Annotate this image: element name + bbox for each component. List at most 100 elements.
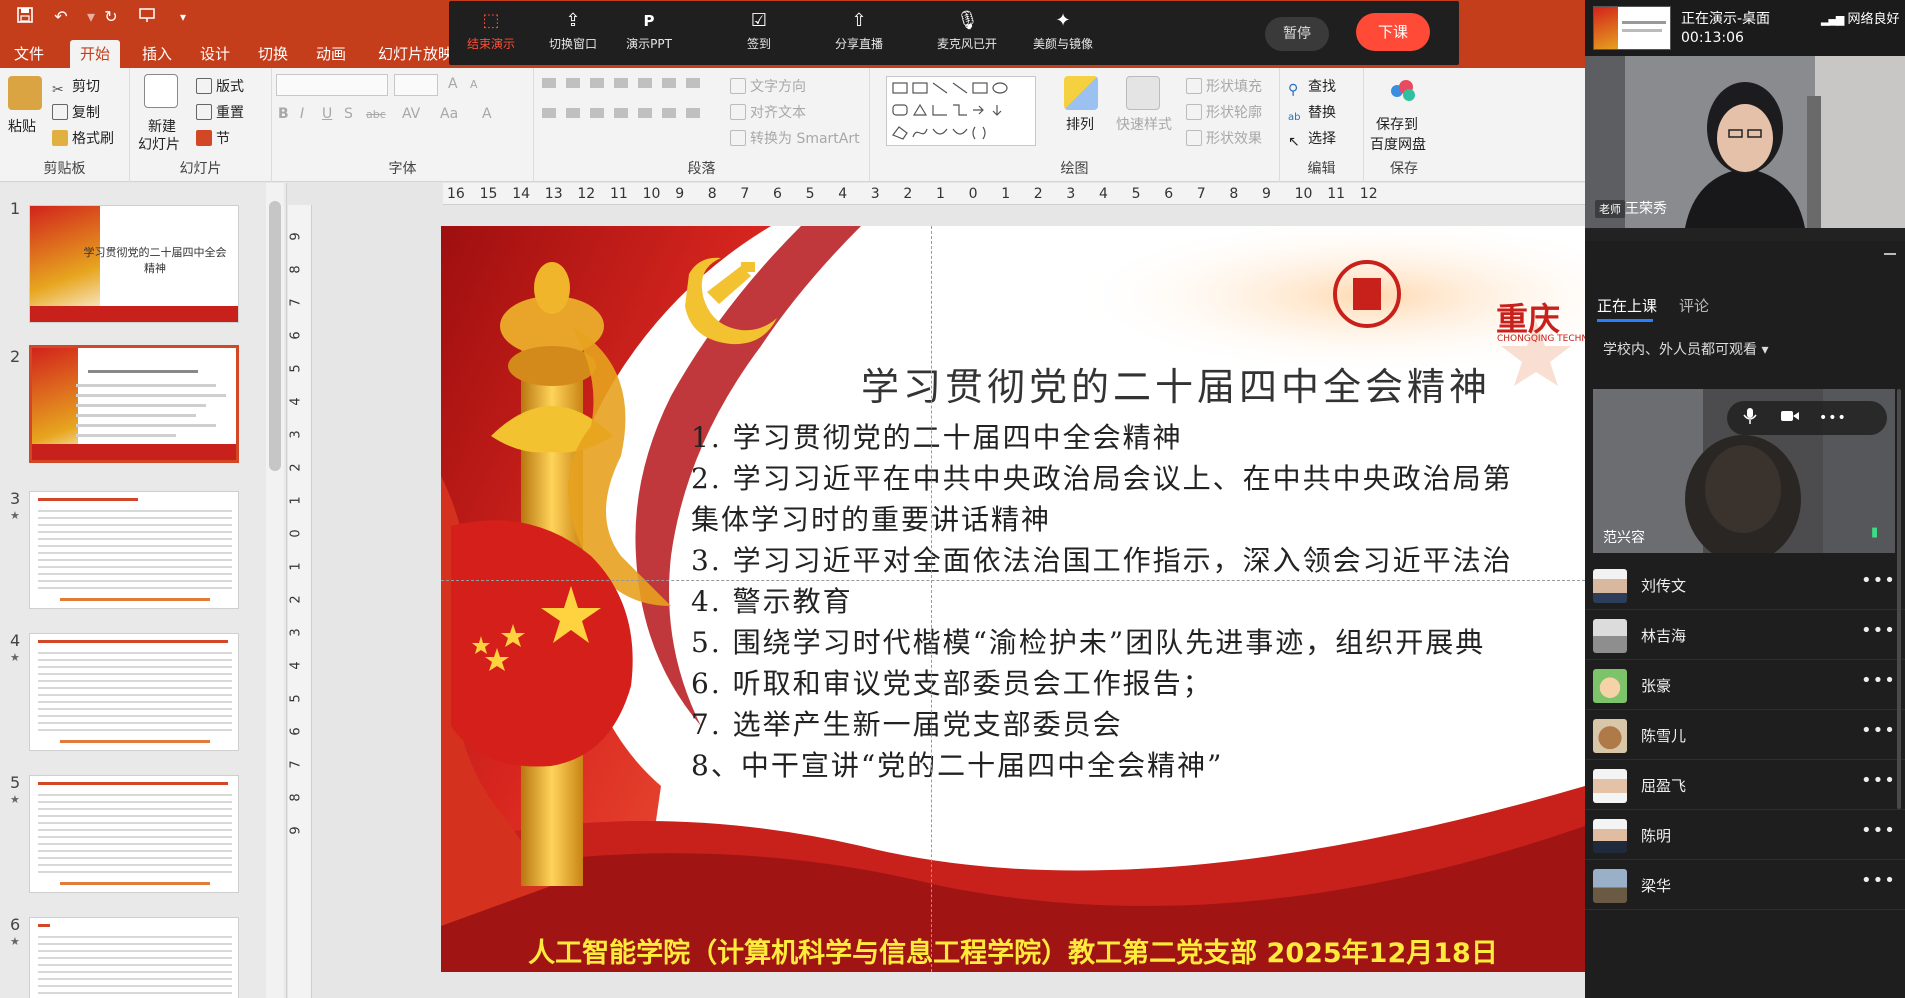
slide-footer[interactable]: 人工智能学院（计算机科学与信息工程学院）教工第二党支部 2025年12月18日 — [441, 931, 1585, 970]
pause-button[interactable]: 暂停 — [1265, 17, 1329, 51]
current-slide[interactable]: 重庆 CHONGQING TECHNO 学习贯彻党的二十届四中全会精神 1. 学… — [441, 226, 1585, 972]
smartart-button[interactable]: 转换为 SmartArt — [730, 128, 860, 148]
shrink-font-button[interactable]: A — [470, 78, 478, 91]
tab-design[interactable]: 设计 — [190, 40, 240, 68]
scroll-thumb[interactable] — [269, 201, 281, 471]
copy-button[interactable]: 复制 — [52, 102, 100, 122]
shape-fill-button[interactable]: 形状填充 — [1186, 76, 1262, 96]
new-slide-button[interactable]: 新建 — [148, 116, 176, 136]
tab-transitions[interactable]: 切换 — [248, 40, 298, 68]
member-more-icon[interactable]: ••• — [1861, 720, 1896, 741]
tab-animations[interactable]: 动画 — [306, 40, 356, 68]
teacher-video[interactable]: 老师 王荣秀 — [1585, 56, 1905, 228]
quick-styles-icon[interactable] — [1126, 76, 1160, 110]
align-buttons[interactable] — [542, 108, 702, 118]
shape-outline-button[interactable]: 形状轮廓 — [1186, 102, 1262, 122]
member-row[interactable]: 林吉海 ••• — [1585, 610, 1905, 660]
member-row[interactable]: 张豪 ••• — [1585, 660, 1905, 710]
cut-button[interactable]: ✂ 剪切 — [52, 76, 100, 98]
agenda-item-5[interactable]: 5. 围绕学习时代楷模“渝检护未”团队先进事迹，组织开展典 — [691, 621, 1485, 661]
member-more-icon[interactable]: ••• — [1861, 570, 1896, 591]
member-row[interactable]: 陈雪儿 ••• — [1585, 710, 1905, 760]
member-row[interactable]: 梁华 ••• — [1585, 860, 1905, 910]
beauty-mirror-button[interactable]: ✦ 美颜与镜像 — [1023, 7, 1103, 59]
change-case-button[interactable]: Aa — [440, 106, 458, 122]
shape-effects-button[interactable]: 形状效果 — [1186, 128, 1262, 148]
list-buttons[interactable] — [542, 78, 702, 88]
slide-thumbnail-3[interactable] — [29, 491, 239, 609]
switch-window-button[interactable]: ⇪ 切换窗口 — [533, 7, 613, 59]
agenda-item-1[interactable]: 1. 学习贯彻党的二十届四中全会精神 — [691, 416, 1183, 456]
strikethrough-button[interactable]: abc — [366, 108, 386, 121]
present-icon[interactable] — [136, 6, 158, 28]
paste-icon[interactable] — [8, 76, 42, 110]
redo-icon[interactable]: ↻ — [100, 6, 122, 28]
visibility-dropdown[interactable]: 学校内、外人员都可观看 ▾ — [1603, 339, 1768, 359]
slide-title[interactable]: 学习贯彻党的二十届四中全会精神 — [861, 356, 1491, 411]
member-list-scrollbar[interactable] — [1897, 389, 1901, 809]
agenda-item-2-cont[interactable]: 集体学习时的重要讲话精神 — [691, 498, 1051, 538]
agenda-item-3[interactable]: 3. 学习习近平对全面依法治国工作指示，深入领会习近平法治 — [691, 539, 1513, 579]
tab-file[interactable]: 文件 — [4, 40, 54, 68]
quick-styles-button[interactable]: 快速样式 — [1116, 114, 1172, 134]
thumbnail-scrollbar[interactable] — [266, 183, 284, 998]
minimize-icon[interactable] — [1884, 253, 1896, 255]
agenda-item-7[interactable]: 7. 选举产生新一届党支部委员会 — [691, 703, 1123, 743]
replace-button[interactable]: ab 替换 — [1288, 102, 1336, 128]
bold-button[interactable]: B — [278, 106, 289, 122]
underline-button[interactable]: U — [322, 106, 332, 122]
font-name-box[interactable] — [276, 74, 388, 96]
microphone-button[interactable]: 🎙 麦克风已开 — [927, 7, 1007, 59]
text-direction-button[interactable]: 文字方向 — [730, 76, 806, 96]
italic-button[interactable]: I — [300, 106, 304, 122]
end-class-button[interactable]: 下课 — [1356, 13, 1430, 51]
share-live-button[interactable]: ⇧ 分享直播 — [819, 7, 899, 59]
more-options-icon[interactable]: ••• — [1819, 407, 1846, 429]
member-more-icon[interactable]: ••• — [1861, 870, 1896, 891]
grow-font-button[interactable]: A — [448, 76, 458, 92]
present-ppt-button[interactable]: P 演示PPT — [609, 7, 689, 59]
select-button[interactable]: ↖ 选择 — [1288, 128, 1336, 150]
section-button[interactable]: 节 — [196, 128, 230, 148]
arrange-icon[interactable] — [1064, 76, 1098, 110]
tab-in-class[interactable]: 正在上课 — [1597, 295, 1657, 316]
member-more-icon[interactable]: ••• — [1861, 620, 1896, 641]
member-row[interactable]: 屈盈飞 ••• — [1585, 760, 1905, 810]
vertical-guide[interactable] — [931, 226, 932, 972]
font-color-button[interactable]: A — [482, 106, 492, 122]
tab-comments[interactable]: 评论 — [1679, 295, 1709, 316]
stop-presenting-button[interactable]: ⬚ 结束演示 — [451, 7, 531, 59]
new-slide-icon[interactable] — [144, 74, 178, 108]
paste-button[interactable]: 粘贴 — [8, 116, 36, 136]
mic-icon[interactable] — [1739, 407, 1761, 429]
layout-button[interactable]: 版式 — [196, 76, 244, 96]
tab-insert[interactable]: 插入 — [132, 40, 182, 68]
camera-icon[interactable] — [1779, 407, 1801, 429]
student-video[interactable]: ••• 范兴容 ▮ — [1593, 389, 1895, 553]
member-more-icon[interactable]: ••• — [1861, 670, 1896, 691]
new-slide-dropdown[interactable]: 幻灯片 — [138, 134, 180, 154]
cloud-icon[interactable] — [1386, 74, 1420, 108]
slide-thumbnail-4[interactable] — [29, 633, 239, 751]
undo-dropdown-icon[interactable]: ▾ — [80, 6, 102, 28]
char-spacing-button[interactable]: AV — [402, 106, 420, 122]
qat-more-icon[interactable]: ▾ — [172, 6, 194, 28]
presenting-preview[interactable] — [1593, 6, 1671, 50]
slide-thumbnail-5[interactable] — [29, 775, 239, 893]
align-text-button[interactable]: 对齐文本 — [730, 102, 806, 122]
undo-icon[interactable]: ↶ — [50, 6, 72, 28]
slide-thumbnail-2[interactable] — [29, 345, 239, 463]
agenda-item-4[interactable]: 4. 警示教育 — [691, 580, 853, 620]
agenda-item-2[interactable]: 2. 学习习近平在中共中央政治局会议上、在中共中央政治局第 — [691, 457, 1513, 497]
slide-thumbnail-6[interactable] — [29, 917, 239, 998]
slide-thumbnail-1[interactable]: 学习贯彻党的二十届四中全会精神 — [29, 205, 239, 323]
checkin-button[interactable]: ☑ 签到 — [719, 7, 799, 59]
tab-home[interactable]: 开始 — [70, 40, 121, 68]
format-painter-button[interactable]: 格式刷 — [52, 128, 114, 148]
netdisk-button[interactable]: 百度网盘 — [1370, 134, 1426, 154]
member-row[interactable]: 陈明 ••• — [1585, 810, 1905, 860]
find-button[interactable]: ⚲ 查找 — [1288, 76, 1336, 98]
member-row[interactable]: 刘传文 ••• — [1585, 560, 1905, 610]
shadow-button[interactable]: S — [344, 106, 353, 122]
horizontal-guide[interactable] — [441, 580, 1585, 581]
